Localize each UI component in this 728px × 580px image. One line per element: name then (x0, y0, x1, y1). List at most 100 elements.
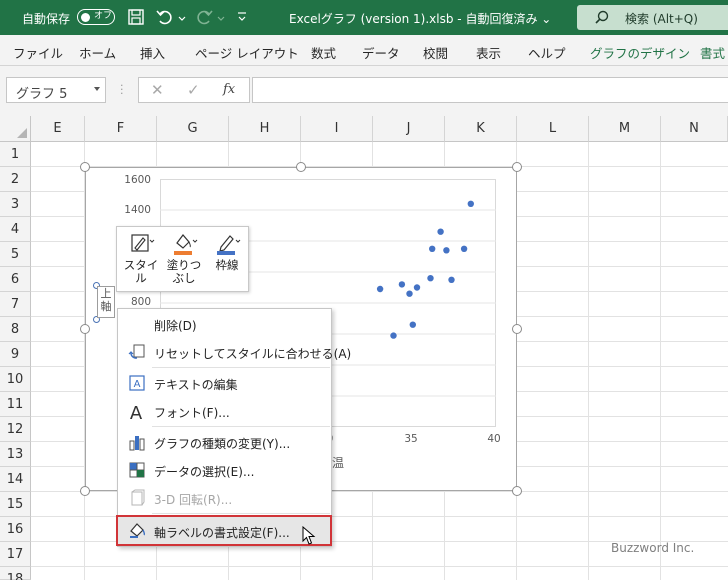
row-header[interactable]: 13 (0, 442, 31, 467)
menu-item-select-data[interactable]: データの選択(E)... (118, 457, 331, 483)
data-point[interactable] (413, 284, 421, 291)
row-header[interactable]: 1 (0, 142, 31, 167)
column-header-j[interactable]: J (373, 116, 445, 142)
data-point[interactable] (376, 285, 384, 293)
formula-bar-grip-icon[interactable]: · · · (120, 80, 124, 99)
row-header[interactable]: 4 (0, 217, 31, 242)
data-point[interactable] (398, 281, 406, 288)
chevron-down-icon[interactable] (94, 87, 100, 91)
row-header[interactable]: 18 (0, 567, 31, 580)
menu-item-edit-text[interactable]: A テキストの編集 (118, 370, 331, 396)
redo-dropdown-icon[interactable] (217, 12, 237, 32)
row-header[interactable]: 7 (0, 292, 31, 317)
menu-item-label: 削除(D) (154, 319, 197, 333)
tab-view[interactable]: 表示 (476, 43, 501, 62)
tab-review[interactable]: 校閲 (423, 43, 448, 62)
data-point[interactable] (460, 245, 468, 252)
select-all-button[interactable] (0, 116, 31, 142)
data-point[interactable] (390, 332, 397, 339)
row-header[interactable]: 17 (0, 542, 31, 567)
tab-help[interactable]: ヘルプ (528, 43, 566, 62)
insert-function-icon[interactable]: fx (223, 82, 235, 97)
menu-item-delete[interactable]: 削除(D) (118, 311, 331, 337)
data-series[interactable] (376, 200, 474, 339)
y-axis-title[interactable]: 上 軸 (97, 286, 115, 318)
column-header-i[interactable]: I (301, 116, 373, 142)
row-header[interactable]: 8 (0, 317, 31, 342)
row-header[interactable]: 11 (0, 392, 31, 417)
column-header-n[interactable]: N (661, 116, 728, 142)
save-icon[interactable] (127, 8, 147, 28)
edit-text-icon: A (128, 374, 146, 392)
menu-item-3d-rotation[interactable]: 3-D 回転(R)... (118, 485, 331, 511)
data-point[interactable] (429, 245, 436, 252)
column-header-e[interactable]: E (31, 116, 85, 142)
autosave-toggle[interactable]: オフ (77, 9, 115, 25)
row-header[interactable]: 10 (0, 367, 31, 392)
column-header-m[interactable]: M (589, 116, 661, 142)
column-header-l[interactable]: L (517, 116, 589, 142)
column-header-f[interactable]: F (85, 116, 157, 142)
column-header-g[interactable]: G (157, 116, 229, 142)
tab-format[interactable]: 書式 (700, 43, 725, 62)
menu-item-reset-style[interactable]: リセットしてスタイルに合わせる(A) (118, 339, 351, 365)
document-title[interactable]: Excelグラフ (version 1).xlsb - 自動回復済み ⌄ (289, 10, 551, 27)
outline-button[interactable]: 枠線 (207, 231, 247, 272)
row-header[interactable]: 2 (0, 167, 31, 192)
column-header-h[interactable]: H (229, 116, 301, 142)
data-point[interactable] (448, 276, 455, 283)
resize-handle-bottom-right[interactable] (512, 486, 522, 496)
tab-file[interactable]: ファイル (13, 43, 63, 62)
name-box-value: グラフ 5 (16, 87, 68, 102)
row-header[interactable]: 3 (0, 192, 31, 217)
x-tick-label: 40 (487, 433, 501, 445)
resize-handle-bottom-left[interactable] (80, 486, 90, 496)
search-icon (595, 10, 609, 24)
3d-rotation-icon (128, 489, 146, 507)
tab-chart-design[interactable]: グラフのデザイン (590, 43, 690, 62)
menu-item-change-chart-type[interactable]: グラフの種類の変更(Y)... (118, 429, 331, 455)
name-box[interactable]: グラフ 5 (6, 77, 106, 103)
data-point[interactable] (406, 290, 413, 297)
cancel-icon[interactable]: ✕ (151, 81, 164, 99)
y-tick-label: 1400 (124, 204, 151, 216)
tab-page-layout[interactable]: ページ レイアウト (195, 43, 299, 62)
row-header[interactable]: 9 (0, 342, 31, 367)
resize-handle-top-left[interactable] (80, 162, 90, 172)
tab-data[interactable]: データ (362, 43, 400, 62)
data-point[interactable] (427, 275, 434, 282)
fill-button[interactable]: 塗りつ ぶし (165, 231, 203, 285)
select-data-icon (128, 461, 146, 479)
formula-input[interactable] (252, 77, 728, 103)
ribbon-tabs: ファイル ホーム 挿入 ページ レイアウト 数式 データ 校閲 表示 ヘルプ グ… (0, 35, 728, 66)
row-header[interactable]: 6 (0, 267, 31, 292)
row-header[interactable]: 14 (0, 467, 31, 492)
data-point[interactable] (443, 247, 450, 254)
row-header[interactable]: 15 (0, 492, 31, 517)
x-axis-title[interactable]: 温 (332, 454, 344, 471)
menu-item-format-axis-title[interactable]: 軸ラベルの書式設定(F)... (116, 515, 332, 546)
row-header[interactable]: 16 (0, 517, 31, 542)
row-header[interactable]: 12 (0, 417, 31, 442)
redo-icon[interactable] (195, 8, 215, 28)
tab-formulas[interactable]: 数式 (311, 43, 336, 62)
search-box[interactable]: 検索 (Alt+Q) (577, 5, 728, 30)
resize-handle-top-right[interactable] (512, 162, 522, 172)
x-tick-label: 35 (404, 433, 418, 445)
undo-icon[interactable] (156, 8, 176, 28)
resize-handle-top[interactable] (296, 162, 306, 172)
resize-handle-right[interactable] (512, 324, 522, 334)
tab-insert[interactable]: 挿入 (140, 43, 165, 62)
column-header-k[interactable]: K (445, 116, 517, 142)
menu-item-label: テキストの編集 (154, 378, 238, 392)
row-header[interactable]: 5 (0, 242, 31, 267)
data-point[interactable] (437, 228, 444, 235)
style-button[interactable]: スタイル (121, 231, 161, 285)
tab-home[interactable]: ホーム (79, 43, 116, 62)
menu-item-font[interactable]: A フォント(F)... (118, 398, 331, 424)
data-point[interactable] (467, 200, 474, 207)
customize-quick-access-icon[interactable] (237, 10, 257, 30)
data-point[interactable] (409, 321, 416, 328)
resize-handle-left[interactable] (80, 324, 90, 334)
enter-icon[interactable]: ✓ (187, 81, 200, 99)
